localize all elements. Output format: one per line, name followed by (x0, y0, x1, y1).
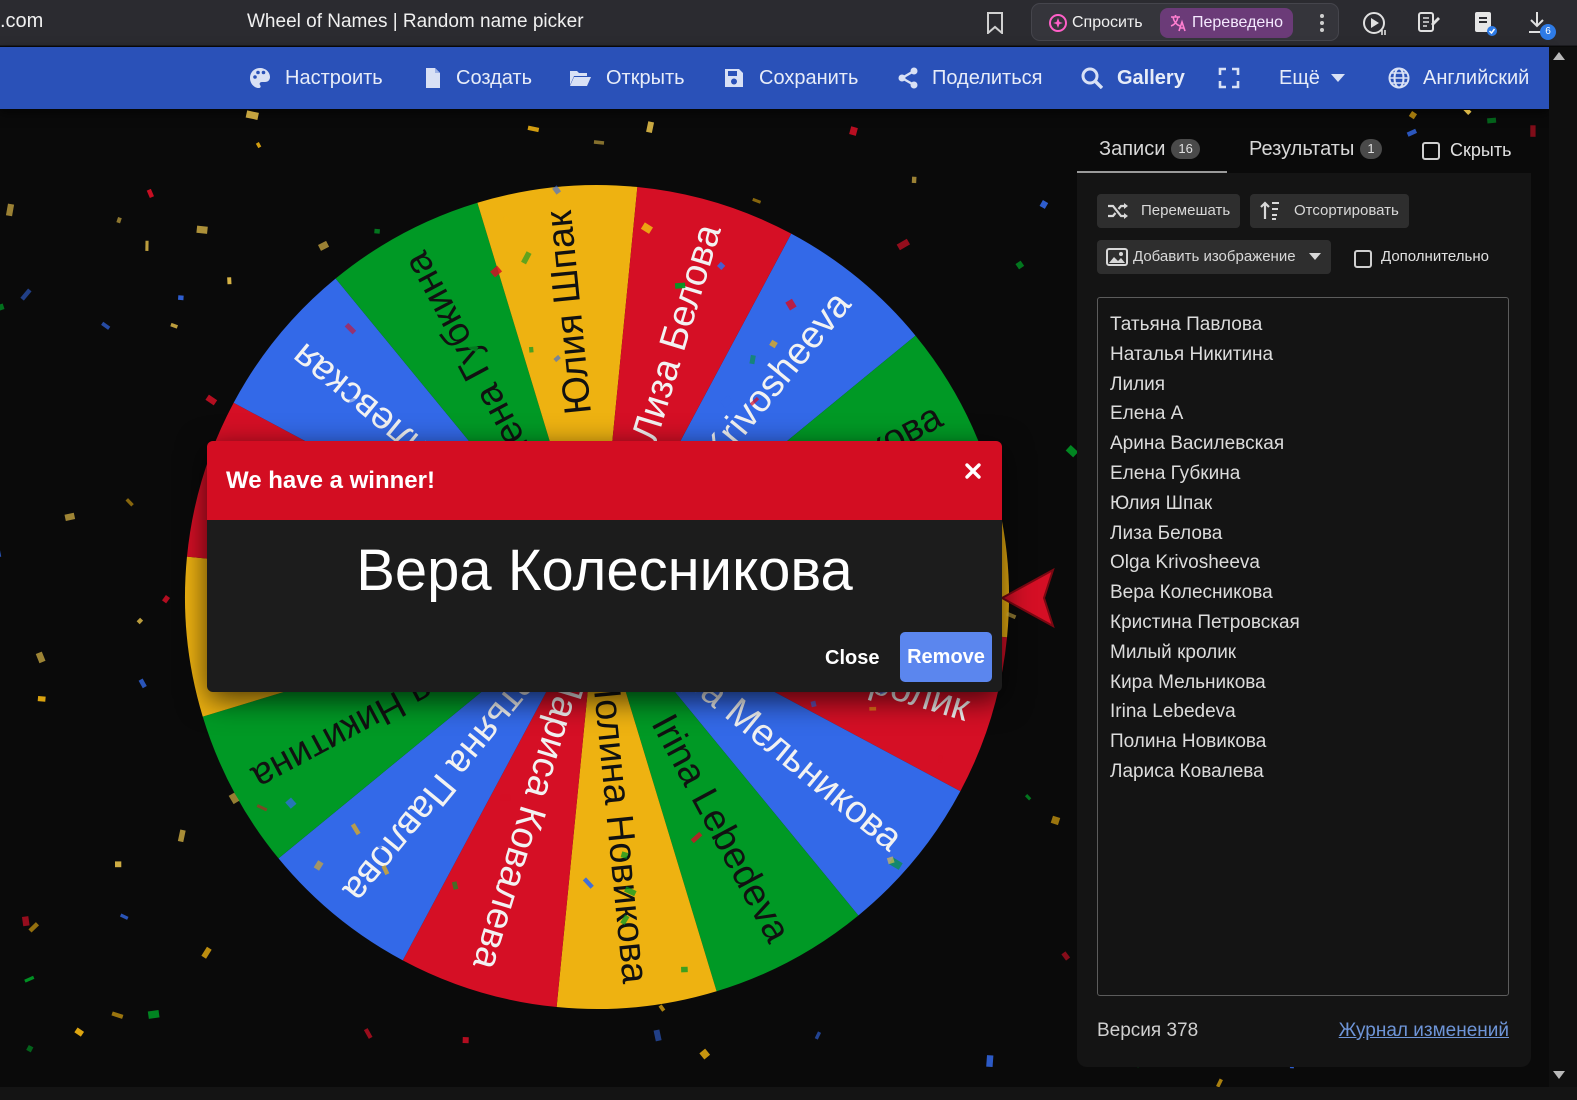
entry-item: Лиза Белова (1110, 522, 1223, 544)
winner-dialog-title: We have a winner! (226, 467, 435, 494)
entry-item: Наталья Никитина (1110, 343, 1274, 365)
entry-item: Полина Новикова (1110, 731, 1267, 753)
media-play-icon[interactable] (1362, 10, 1388, 36)
nav-customize-label: Настроить (285, 67, 383, 89)
nav-gallery-label: Gallery (1117, 67, 1185, 89)
winner-dialog: We have a winner! Вера Колесникова Close… (207, 441, 1002, 692)
globe-icon (1388, 67, 1410, 89)
search-icon (1081, 67, 1103, 89)
entry-item: Irina Lebedeva (1110, 701, 1236, 723)
entry-item: Елена Губкина (1110, 463, 1241, 484)
entry-item: Татьяна Павлова (1110, 314, 1263, 335)
confetti-piece (1463, 110, 1472, 115)
nav-more-label: Ещё (1279, 67, 1320, 89)
page-title: Wheel of Names | Random name picker (247, 11, 584, 32)
winner-name: Вера Колесникова (356, 538, 853, 603)
shuffle-button[interactable]: Перемешать (1097, 194, 1240, 228)
entry-item: Olga Krivosheeva (1110, 552, 1260, 574)
extension-icon[interactable] (1471, 10, 1497, 36)
entry-item: Елена А (1110, 403, 1184, 425)
tab-results[interactable]: Результаты 1 (1249, 138, 1382, 161)
tab-results-label: Результаты (1249, 138, 1355, 160)
close-icon[interactable] (961, 459, 985, 483)
fullscreen-icon (1218, 67, 1240, 89)
entry-item: Кира Мельникова (1110, 671, 1266, 693)
ask-button[interactable]: Спросить (1040, 9, 1151, 37)
translated-label: Переведено (1192, 14, 1284, 31)
more-vertical-icon[interactable] (1314, 10, 1330, 36)
ai-sparkle-icon (1049, 14, 1067, 32)
folder-open-icon (570, 71, 591, 86)
version-label: Версия 378 (1097, 1020, 1199, 1041)
shuffle-icon (1108, 203, 1128, 219)
wheel-pointer-icon (999, 567, 1055, 629)
entries-count-badge: 16 (1171, 139, 1200, 159)
entry-item: Лариса Ковалева (1110, 761, 1264, 782)
entry-item: Арина Василевская (1110, 433, 1285, 455)
reader-mode-icon[interactable] (1416, 10, 1442, 36)
panel-tabs: Записи 16 Результаты 1 Скрыть (1077, 130, 1532, 174)
entry-item: Лилия (1110, 373, 1166, 395)
translate-icon (1170, 15, 1186, 32)
entry-item: Кристина Петровская (1110, 612, 1300, 633)
entry-item: Вера Колесникова (1110, 582, 1273, 604)
add-image-dropdown[interactable]: Добавить изображение (1097, 240, 1331, 274)
remove-button[interactable]: Remove (900, 632, 992, 682)
advanced-label: Дополнительно (1381, 248, 1489, 265)
tab-entries[interactable]: Записи 16 (1099, 138, 1200, 161)
sort-label: Отсортировать (1294, 202, 1399, 219)
results-count-badge: 1 (1360, 139, 1382, 159)
app-navbar: Настроить Создать Открыть Сохранить Поде… (0, 47, 1549, 109)
scroll-up-arrow[interactable] (1553, 52, 1565, 60)
ai-assistant-group: Спросить Переведено (1031, 3, 1339, 41)
horizontal-scrollbar[interactable] (0, 1087, 1577, 1100)
nav-open-label: Открыть (606, 67, 685, 89)
nav-language-label: Английский (1423, 67, 1530, 89)
confetti-piece (1487, 117, 1497, 124)
address-bar-url[interactable]: .com (0, 10, 43, 33)
entry-item: Милый кролик (1110, 641, 1237, 663)
entry-item: Юлия Шпак (1110, 492, 1213, 514)
caret-down-icon (1331, 74, 1345, 82)
ask-label: Спросить (1072, 14, 1143, 31)
image-icon (1106, 248, 1128, 266)
hide-checkbox[interactable] (1422, 142, 1440, 160)
page-scrollbar[interactable] (1549, 47, 1577, 1087)
caret-down-icon (1309, 253, 1321, 260)
browser-toolbar: .com Wheel of Names | Random name picker… (0, 0, 1577, 46)
winner-dialog-header: We have a winner! (207, 441, 1002, 520)
bookmark-icon[interactable] (985, 12, 1005, 34)
file-icon (426, 68, 440, 88)
confetti-piece (1216, 1078, 1223, 1087)
sort-icon (1260, 201, 1279, 220)
palette-icon (250, 68, 270, 88)
close-button[interactable]: Close (815, 634, 889, 682)
sort-button[interactable]: Отсортировать (1250, 194, 1409, 228)
add-image-label: Добавить изображение (1133, 248, 1296, 265)
confetti-piece (1408, 110, 1418, 120)
changelog-link[interactable]: Журнал изменений (1339, 1020, 1509, 1042)
nav-save-label: Сохранить (759, 67, 859, 89)
advanced-checkbox[interactable] (1354, 250, 1372, 268)
shuffle-label: Перемешать (1141, 202, 1231, 219)
share-icon (898, 67, 918, 89)
nav-share-label: Поделиться (932, 67, 1043, 89)
translated-button[interactable]: Переведено (1160, 8, 1294, 38)
nav-new-label: Создать (456, 67, 533, 89)
scroll-down-arrow[interactable] (1553, 1071, 1565, 1079)
entries-textarea[interactable]: Татьяна Павлова Наталья Никитина Лилия Елен… (1097, 297, 1509, 996)
tab-entries-label: Записи (1099, 138, 1166, 160)
downloads-count-badge: 6 (1540, 24, 1556, 40)
hide-label: Скрыть (1450, 140, 1512, 160)
save-icon (725, 69, 743, 87)
entries-panel: Перемешать Отсортировать Добавить изобра… (1077, 173, 1531, 1067)
